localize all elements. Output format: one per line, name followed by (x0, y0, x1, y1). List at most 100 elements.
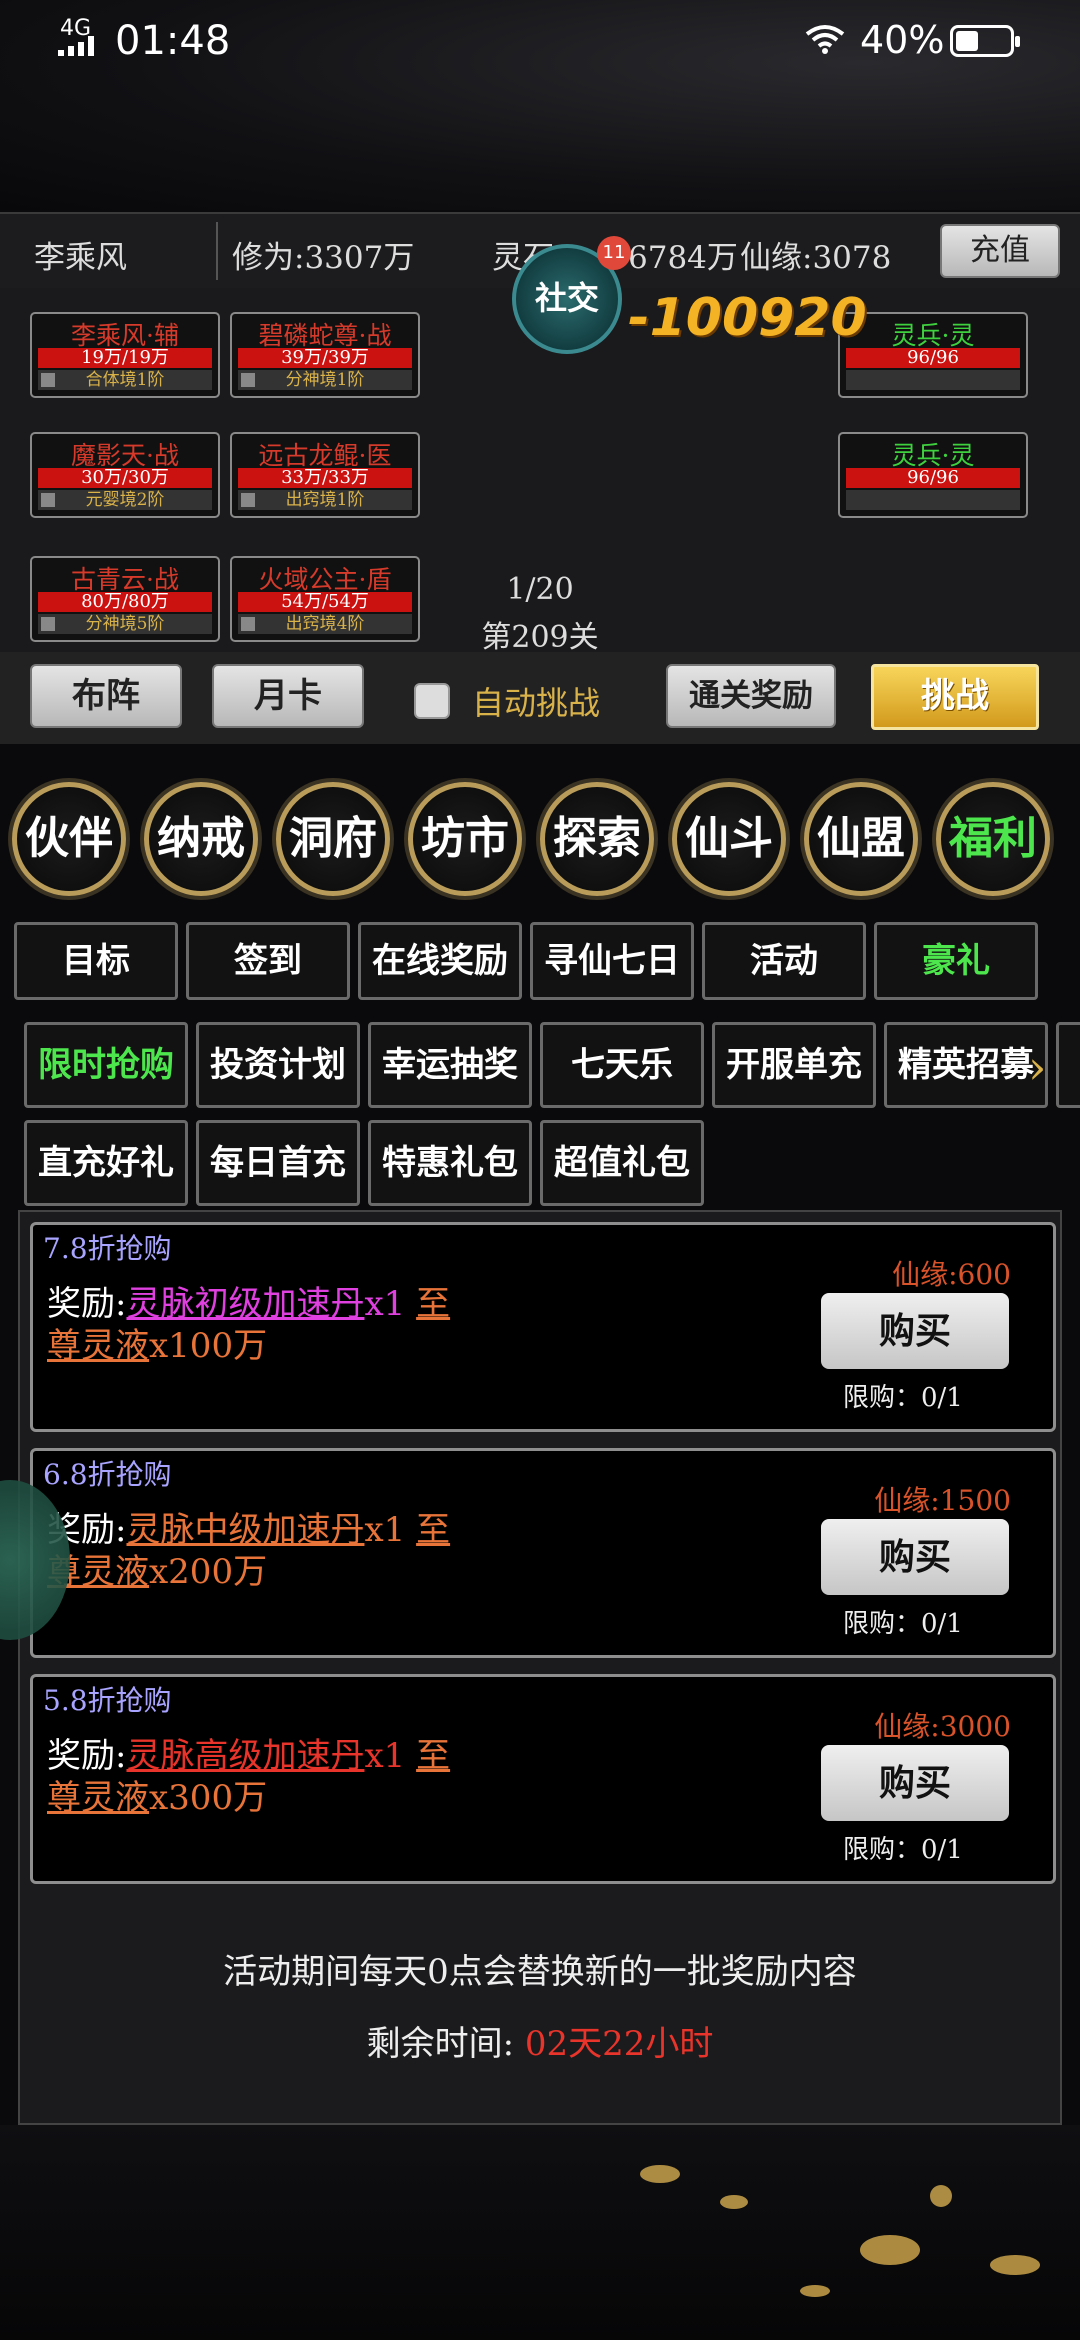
recharge-button[interactable]: 充值 (940, 224, 1060, 278)
tab-flash-sale[interactable]: 限时抢购 (24, 1022, 188, 1108)
stage-number: 第209关 (481, 620, 599, 655)
tab-activity[interactable]: 活动 (702, 922, 866, 1000)
deal-reward: 奖励:灵脉高级加速丹x1 至尊灵液x300万 (47, 1736, 451, 1818)
battery-percent: 40% (860, 18, 945, 62)
buy-button[interactable]: 购买 (821, 1745, 1009, 1821)
unit-hp: 96/96 (846, 348, 1020, 368)
purchase-limit: 限购：0/1 (843, 1609, 963, 1639)
reward-item[interactable]: 尊灵液 (47, 1326, 149, 1366)
signal-icon (58, 36, 102, 56)
menu-ring[interactable]: 纳戒 (144, 782, 258, 896)
notification-badge: 11 (597, 236, 631, 270)
tab-special-pack[interactable]: 特惠礼包 (368, 1120, 532, 1206)
tab-lucky-draw[interactable]: 幸运抽奖 (368, 1022, 532, 1108)
menu-alliance[interactable]: 仙盟 (804, 782, 918, 896)
tab-value-pack[interactable]: 超值礼包 (540, 1120, 704, 1206)
tab-grand-gift[interactable]: 豪礼 (874, 922, 1038, 1000)
cultivation-value: 修为:3307万 (232, 240, 415, 276)
stage-progress: 1/20 (506, 572, 574, 607)
deal-discount: 5.8折抢购 (43, 1684, 172, 1717)
tab-checkin[interactable]: 签到 (186, 922, 350, 1000)
buy-button[interactable]: 购买 (821, 1519, 1009, 1595)
menu-cave[interactable]: 洞府 (276, 782, 390, 896)
status-bar: 4G 01:48 40% (0, 0, 1080, 84)
tab-elite-recruit[interactable]: 精英招募 (884, 1022, 1048, 1108)
reward-item[interactable]: 尊灵液 (47, 1778, 149, 1818)
enemy-card[interactable]: 灵兵·灵 96/96 (838, 432, 1028, 518)
unit-hp: 39万/39万 (238, 348, 412, 368)
bottom-background (0, 2125, 1080, 2340)
reward-item[interactable]: 灵脉初级加速丹 (126, 1284, 364, 1324)
remaining-time-label: 剩余时间: (366, 2024, 515, 2064)
deal-reward: 奖励:灵脉中级加速丹x1 至尊灵液x200万 (47, 1510, 451, 1592)
player-name: 李乘风 (34, 240, 127, 276)
tab-goal[interactable]: 目标 (14, 922, 178, 1000)
deal-price: 仙缘:600 (892, 1258, 1011, 1291)
buy-button[interactable]: 购买 (821, 1293, 1009, 1369)
unit-hp: 33万/33万 (238, 468, 412, 488)
clear-reward-button[interactable]: 通关奖励 (666, 664, 836, 728)
unit-hp: 19万/19万 (38, 348, 212, 368)
reward-item[interactable]: 至 (416, 1736, 450, 1776)
unit-hp: 80万/80万 (38, 592, 212, 612)
battery-icon (950, 25, 1020, 57)
reward-item[interactable]: 灵脉高级加速丹 (126, 1736, 364, 1776)
wifi-icon (805, 25, 845, 54)
deal-discount: 6.8折抢购 (43, 1458, 172, 1491)
clock: 01:48 (115, 18, 231, 64)
ally-card[interactable]: 李乘风·辅 19万/19万 合体境1阶 (30, 312, 220, 398)
unit-rank: 合体境1阶 (38, 370, 212, 390)
auto-challenge-label: 自动挑战 (472, 684, 601, 722)
purchase-limit: 限购：0/1 (843, 1835, 963, 1865)
refresh-notice: 活动期间每天0点会替换新的一批奖励内容 (223, 1952, 857, 1992)
menu-explore[interactable]: 探索 (540, 782, 654, 896)
unit-rank: 分神境5阶 (38, 614, 212, 634)
deal-price: 仙缘:1500 (874, 1484, 1011, 1517)
deal-card: 6.8折抢购 奖励:灵脉中级加速丹x1 至尊灵液x200万 仙缘:1500 购买… (30, 1448, 1056, 1658)
unit-hp: 30万/30万 (38, 468, 212, 488)
auto-challenge-checkbox[interactable] (414, 683, 450, 719)
menu-partner[interactable]: 伙伴 (12, 782, 126, 896)
ally-card[interactable]: 火域公主·盾 54万/54万 出窍境4阶 (230, 556, 420, 642)
deal-card: 5.8折抢购 奖励:灵脉高级加速丹x1 至尊灵液x300万 仙缘:3000 购买… (30, 1674, 1056, 1884)
menu-welfare[interactable]: 福利 (936, 782, 1050, 896)
chevron-right-icon[interactable]: › (1028, 1040, 1046, 1094)
unit-rank-empty (846, 490, 1020, 510)
deal-discount: 7.8折抢购 (43, 1232, 172, 1265)
tab-online-reward[interactable]: 在线奖励 (358, 922, 522, 1000)
tab-investment[interactable]: 投资计划 (196, 1022, 360, 1108)
damage-number: -100920 (628, 288, 867, 348)
unit-rank-empty (846, 370, 1020, 390)
challenge-button[interactable]: 挑战 (871, 664, 1039, 730)
tab-first-recharge[interactable]: 开服单充 (712, 1022, 876, 1108)
spirit-stones-value: 6784万 (628, 240, 738, 276)
tab-seven-days[interactable]: 寻仙七日 (530, 922, 694, 1000)
tab-next-partial[interactable] (1056, 1022, 1080, 1108)
unit-hp: 54万/54万 (238, 592, 412, 612)
ally-card[interactable]: 古青云·战 80万/80万 分神境5阶 (30, 556, 220, 642)
reward-item[interactable]: 灵脉中级加速丹 (126, 1510, 364, 1550)
ally-card[interactable]: 魔影天·战 30万/30万 元婴境2阶 (30, 432, 220, 518)
unit-rank: 元婴境2阶 (38, 490, 212, 510)
tab-daily-first-recharge[interactable]: 每日首充 (196, 1120, 360, 1206)
reward-item[interactable]: 至 (416, 1284, 450, 1324)
menu-pvp[interactable]: 仙斗 (672, 782, 786, 896)
menu-market[interactable]: 坊市 (408, 782, 522, 896)
tab-seven-day-fun[interactable]: 七天乐 (540, 1022, 704, 1108)
formation-button[interactable]: 布阵 (30, 664, 182, 728)
monthly-card-button[interactable]: 月卡 (212, 664, 364, 728)
unit-rank: 分神境1阶 (238, 370, 412, 390)
reward-item[interactable]: 至 (416, 1510, 450, 1550)
unit-rank: 出窍境4阶 (238, 614, 412, 634)
tab-direct-recharge[interactable]: 直充好礼 (24, 1120, 188, 1206)
remaining-time-value: 02天22小时 (524, 2024, 714, 2064)
deal-price: 仙缘:3000 (874, 1710, 1011, 1743)
purchase-limit: 限购：0/1 (843, 1383, 963, 1413)
remaining-time: 剩余时间: 02天22小时 (0, 2016, 1080, 2065)
unit-hp: 96/96 (846, 468, 1020, 488)
ally-card[interactable]: 远古龙鲲·医 33万/33万 出窍境1阶 (230, 432, 420, 518)
ally-card[interactable]: 碧磷蛇尊·战 39万/39万 分神境1阶 (230, 312, 420, 398)
unit-rank: 出窍境1阶 (238, 490, 412, 510)
deal-card: 7.8折抢购 奖励:灵脉初级加速丹x1 至尊灵液x100万 仙缘:600 购买 … (30, 1222, 1056, 1432)
xianyuan-value: 仙缘:3078 (740, 240, 892, 276)
